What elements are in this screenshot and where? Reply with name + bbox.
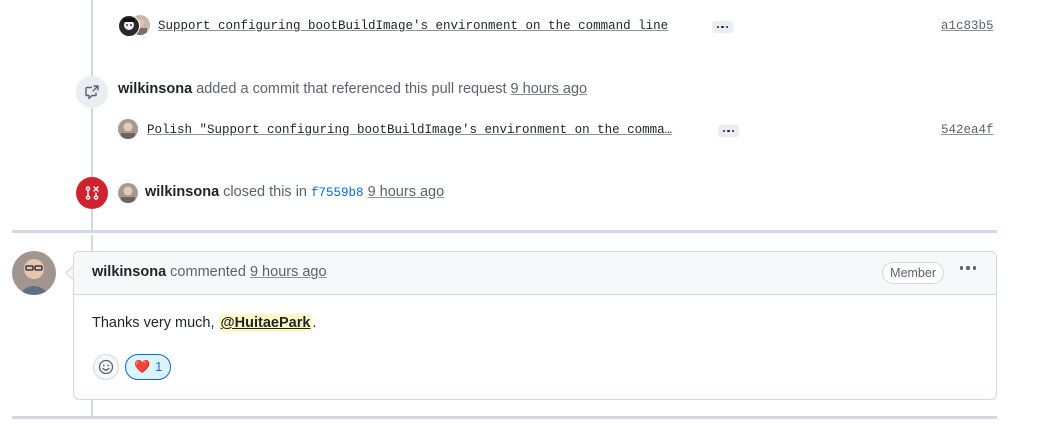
cross-reference-badge <box>76 76 108 108</box>
comment-options-button[interactable] <box>959 266 976 270</box>
event-timestamp-link[interactable]: 9 hours ago <box>511 81 588 97</box>
timeline-line <box>91 398 93 418</box>
comment-text: Thanks very much, <box>92 315 215 331</box>
commit-message-link[interactable]: Polish "Support configuring bootBuildIma… <box>147 123 672 137</box>
event-author-link[interactable]: wilkinsona <box>145 184 219 200</box>
git-pull-request-closed-icon <box>85 186 99 200</box>
reference-event-text: wilkinsona added a commit that reference… <box>118 81 587 97</box>
comment-header-text: wilkinsona commented 9 hours ago <box>92 264 327 280</box>
commit-sha-link[interactable]: 542ea4f <box>941 123 994 137</box>
timeline-divider <box>12 416 997 419</box>
commit-sha-link[interactable]: a1c83b5 <box>941 19 994 33</box>
member-badge: Member <box>882 262 944 284</box>
commit-row: Polish "Support configuring bootBuildIma… <box>118 119 998 141</box>
add-reaction-button[interactable] <box>93 354 119 380</box>
co-author-avatars[interactable] <box>118 15 152 37</box>
commit-message-link[interactable]: Support configuring bootBuildImage's env… <box>158 19 668 33</box>
comment-header: wilkinsona commented 9 hours ago Member <box>74 252 996 295</box>
comment-timestamp-link[interactable]: 9 hours ago <box>250 264 327 280</box>
event-description: added a commit that referenced this pull… <box>196 81 507 97</box>
smiley-icon <box>98 359 114 375</box>
avatar[interactable] <box>118 119 138 139</box>
heart-icon: ❤️ <box>134 359 151 374</box>
user-mention-link[interactable]: @HuitaePark <box>218 314 313 332</box>
closed-badge <box>76 177 108 209</box>
event-author-link[interactable]: wilkinsona <box>118 81 192 97</box>
closing-commit-link[interactable]: f7559b8 <box>311 186 364 200</box>
comment-action: commented <box>170 264 246 280</box>
comment-box: wilkinsona commented 9 hours ago Member … <box>73 251 997 400</box>
timeline-divider <box>12 230 997 233</box>
closed-event-text: wilkinsona closed this in f7559b8 9 hour… <box>145 184 444 200</box>
cross-reference-icon <box>85 85 99 100</box>
event-timestamp-link[interactable]: 9 hours ago <box>368 184 445 200</box>
commit-expand-button[interactable] <box>712 21 733 33</box>
comment-author-avatar[interactable] <box>12 251 56 295</box>
avatar <box>118 15 140 37</box>
reactions-bar: ❤️ 1 <box>93 354 172 380</box>
avatar[interactable] <box>118 183 138 203</box>
heart-reaction-button[interactable]: ❤️ 1 <box>125 354 172 380</box>
commit-expand-button[interactable] <box>718 125 739 137</box>
event-description: closed this in <box>223 184 307 200</box>
comment-text-end: . <box>312 315 317 331</box>
comment-body: Thanks very much, @HuitaePark. <box>92 314 317 332</box>
commit-row: Support configuring bootBuildImage's env… <box>118 15 998 37</box>
comment-author-link[interactable]: wilkinsona <box>92 264 166 280</box>
reaction-count: 1 <box>155 360 163 374</box>
